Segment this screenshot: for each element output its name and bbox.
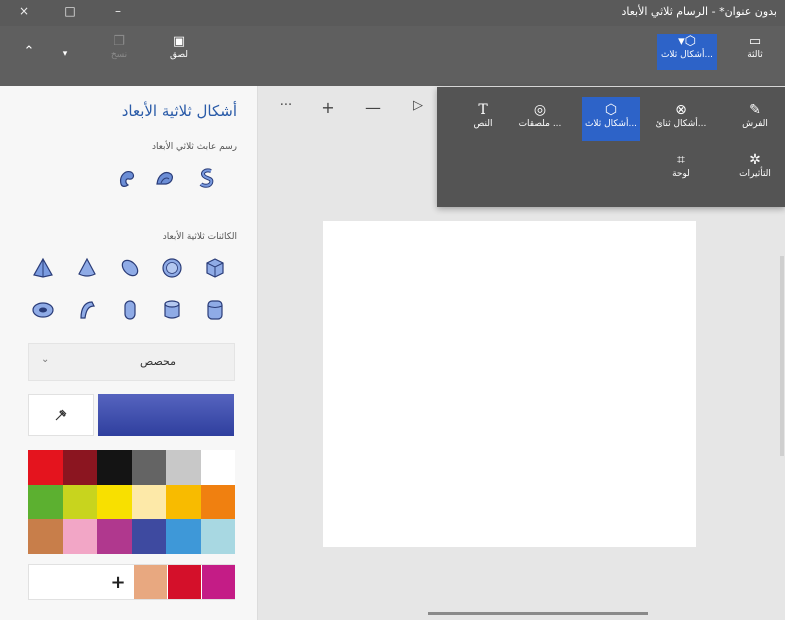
flyout-item-label: التأثيرات — [739, 169, 771, 179]
flyout-item-brushes[interactable]: ✎ الفرش — [729, 101, 781, 139]
cylinder-icon[interactable] — [160, 298, 184, 322]
canvas-icon: ⌗ — [677, 152, 685, 168]
color-palette — [28, 450, 235, 554]
shapes-3d-ribbon-label: أشكال ثلاث... — [660, 50, 714, 60]
eyedropper-icon — [55, 409, 67, 421]
palette-color-swatch[interactable] — [97, 450, 132, 485]
pyramid-icon[interactable] — [31, 256, 55, 280]
tools-flyout-menu: ✎ الفرش ⊗ أشكال ثنائ... ⬡ أشكال ثلاث... … — [437, 87, 785, 207]
capsule-icon[interactable] — [118, 298, 142, 322]
effects-icon: ✲ — [749, 152, 761, 168]
palette-color-swatch[interactable] — [28, 519, 63, 554]
custom-colors-row: + — [28, 564, 235, 600]
canvas-ribbon-label: ثالثة — [747, 50, 763, 60]
palette-color-swatch[interactable] — [131, 450, 166, 485]
zoom-out-button[interactable]: — — [363, 98, 383, 117]
palette-color-swatch[interactable] — [97, 484, 132, 520]
shapes-3d-panel: أشكال ثلاثية الأبعاد رسم عابث ثلاثي الأب… — [0, 86, 258, 620]
view-3d-button[interactable]: ▷ — [408, 98, 428, 113]
chevron-down-icon: ⌄ — [41, 354, 50, 365]
more-options-button[interactable]: ··· — [276, 98, 296, 113]
custom-color-swatch[interactable] — [202, 565, 235, 599]
flyout-item-label: أشكال ثلاث... — [584, 119, 638, 129]
palette-color-swatch[interactable] — [200, 519, 235, 554]
flyout-item-label: لوحة — [672, 169, 690, 179]
tube-doodle-icon[interactable] — [195, 166, 219, 190]
flyout-item-label: الفرش — [742, 119, 768, 129]
window-icon: ▭ — [748, 34, 762, 49]
flyout-item-label: أشكال ثنائ... — [655, 119, 707, 129]
current-color-swatch[interactable] — [98, 394, 234, 436]
shapes-3d-icon: ⬡ — [604, 102, 618, 118]
palette-color-swatch[interactable] — [62, 450, 97, 485]
flyout-item-text[interactable]: T النص — [457, 101, 509, 139]
palette-color-swatch[interactable] — [166, 450, 201, 485]
copy-button: ❐ نسخ — [102, 34, 136, 60]
palette-color-swatch[interactable] — [166, 484, 201, 520]
cube-icon[interactable] — [203, 256, 227, 280]
flyout-item-canvas[interactable]: ⌗ لوحة — [655, 151, 707, 189]
title-bar: × □ – بدون عنوان* - الرسام ثلاثي الأبعاد — [0, 0, 785, 26]
eyedropper-button[interactable] — [28, 394, 94, 436]
flyout-item-stickers[interactable]: ◎ ملصقات ... — [514, 101, 566, 139]
shapes-3d-ribbon-button[interactable]: ▾⬡ أشكال ثلاث... — [657, 34, 717, 70]
panel-title: أشكال ثلاثية الأبعاد — [121, 102, 237, 120]
cone-icon[interactable] — [75, 256, 99, 280]
torus-icon[interactable] — [31, 298, 55, 322]
ribbon: ⌃ ▾ ❐ نسخ ▣ لصق ▾⬡ أشكال ثلاث... ▭ ثالثة — [0, 26, 785, 86]
canvas-ribbon-button[interactable]: ▭ ثالثة — [733, 34, 777, 60]
soft-doodle-icon[interactable] — [115, 166, 139, 190]
brush-icon: ✎ — [749, 102, 761, 118]
sharp-doodle-icon[interactable] — [153, 166, 177, 190]
palette-color-swatch[interactable] — [166, 519, 201, 554]
palette-color-swatch[interactable] — [131, 519, 166, 554]
collapse-ribbon-button[interactable]: ⌃ — [18, 44, 40, 60]
close-icon[interactable]: × — [14, 4, 34, 18]
text-icon: T — [478, 102, 488, 118]
palette-color-swatch[interactable] — [131, 484, 166, 520]
material-dropdown-value: محصص — [139, 355, 176, 368]
shapes-2d-icon: ⊗ — [675, 102, 687, 118]
flyout-item-2d-shapes[interactable]: ⊗ أشكال ثنائ... — [655, 101, 707, 139]
doodle-section-label: رسم عابث ثلاثي الأبعاد — [151, 142, 237, 152]
flyout-item-3d-shapes[interactable]: ⬡ أشكال ثلاث... — [582, 97, 640, 141]
palette-color-swatch[interactable] — [62, 484, 97, 520]
minimize-icon[interactable]: – — [108, 4, 128, 18]
view-toolbar: ··· + — ▷ — [258, 86, 438, 134]
add-color-button[interactable]: + — [106, 569, 130, 597]
dropdown-arrow-icon: ▾ — [62, 49, 68, 59]
rounded-cylinder-icon[interactable] — [203, 298, 227, 322]
copy-icon: ❐ — [113, 34, 125, 49]
copy-label: نسخ — [110, 50, 128, 60]
curved-tube-icon[interactable] — [75, 298, 99, 322]
drawing-canvas[interactable] — [323, 221, 696, 547]
vertical-scrollbar[interactable] — [780, 256, 784, 456]
objects-section-label: الكائنات ثلاثية الأبعاد — [162, 232, 237, 242]
flyout-item-effects[interactable]: ✲ التأثيرات — [729, 151, 781, 189]
palette-color-swatch[interactable] — [200, 450, 235, 485]
palette-color-swatch[interactable] — [62, 519, 97, 554]
sphere-icon[interactable] — [160, 256, 184, 280]
zoom-in-button[interactable]: + — [318, 98, 338, 117]
custom-color-swatch[interactable] — [168, 565, 201, 599]
material-dropdown[interactable]: ⌄ محصص — [28, 343, 235, 381]
stickers-icon: ◎ — [533, 102, 547, 118]
restore-icon[interactable]: □ — [60, 4, 80, 18]
palette-color-swatch[interactable] — [200, 484, 235, 520]
undo-dropdown-button[interactable]: ▾ — [56, 46, 74, 62]
palette-color-swatch[interactable] — [28, 450, 63, 485]
paste-button[interactable]: ▣ لصق — [162, 34, 196, 60]
custom-color-swatch[interactable] — [134, 565, 167, 599]
chevron-up-icon: ⌃ — [23, 44, 35, 59]
flyout-item-label: النص — [473, 119, 493, 129]
palette-color-swatch[interactable] — [28, 484, 63, 520]
cube-icon: ▾⬡ — [678, 34, 696, 49]
window-title: بدون عنوان* - الرسام ثلاثي الأبعاد — [621, 5, 777, 18]
paste-icon: ▣ — [172, 34, 186, 49]
flyout-item-label: ملصقات ... — [518, 119, 562, 129]
paste-label: لصق — [169, 50, 189, 60]
capsule-tilted-icon[interactable] — [118, 256, 142, 280]
palette-color-swatch[interactable] — [97, 519, 132, 554]
horizontal-scrollbar[interactable] — [428, 612, 648, 615]
